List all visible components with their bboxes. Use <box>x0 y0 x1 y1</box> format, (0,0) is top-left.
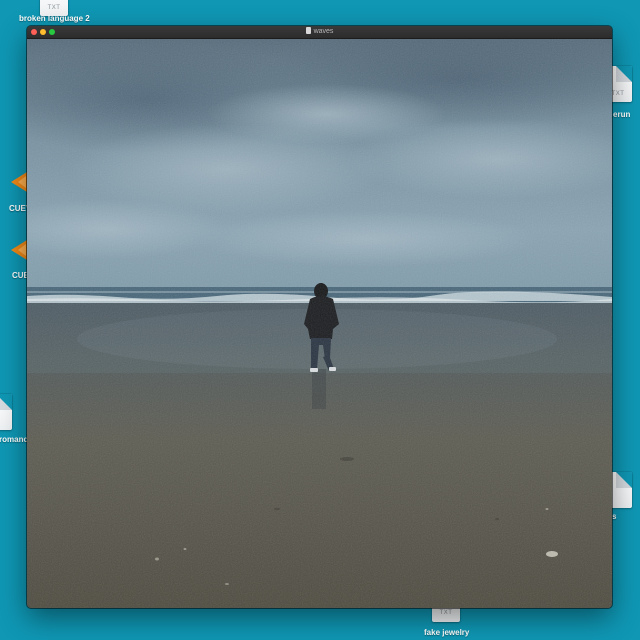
file-label: erun <box>613 110 631 119</box>
file-label: broken language 2 <box>19 14 90 23</box>
window-title-text: waves <box>313 28 334 35</box>
text-file-icon <box>0 394 12 430</box>
media-app-icon <box>11 240 27 260</box>
beach-photo <box>27 39 612 608</box>
document-icon <box>305 27 311 34</box>
file-extension: TXT <box>47 5 61 11</box>
media-app-icon <box>11 172 27 192</box>
window-title: waves <box>27 27 612 37</box>
file-extension: TXT <box>439 610 453 616</box>
preview-window[interactable]: waves <box>27 26 612 608</box>
window-titlebar[interactable]: waves <box>27 26 612 39</box>
file-label: fake jewelry <box>424 628 470 637</box>
file-label: s <box>612 512 617 521</box>
